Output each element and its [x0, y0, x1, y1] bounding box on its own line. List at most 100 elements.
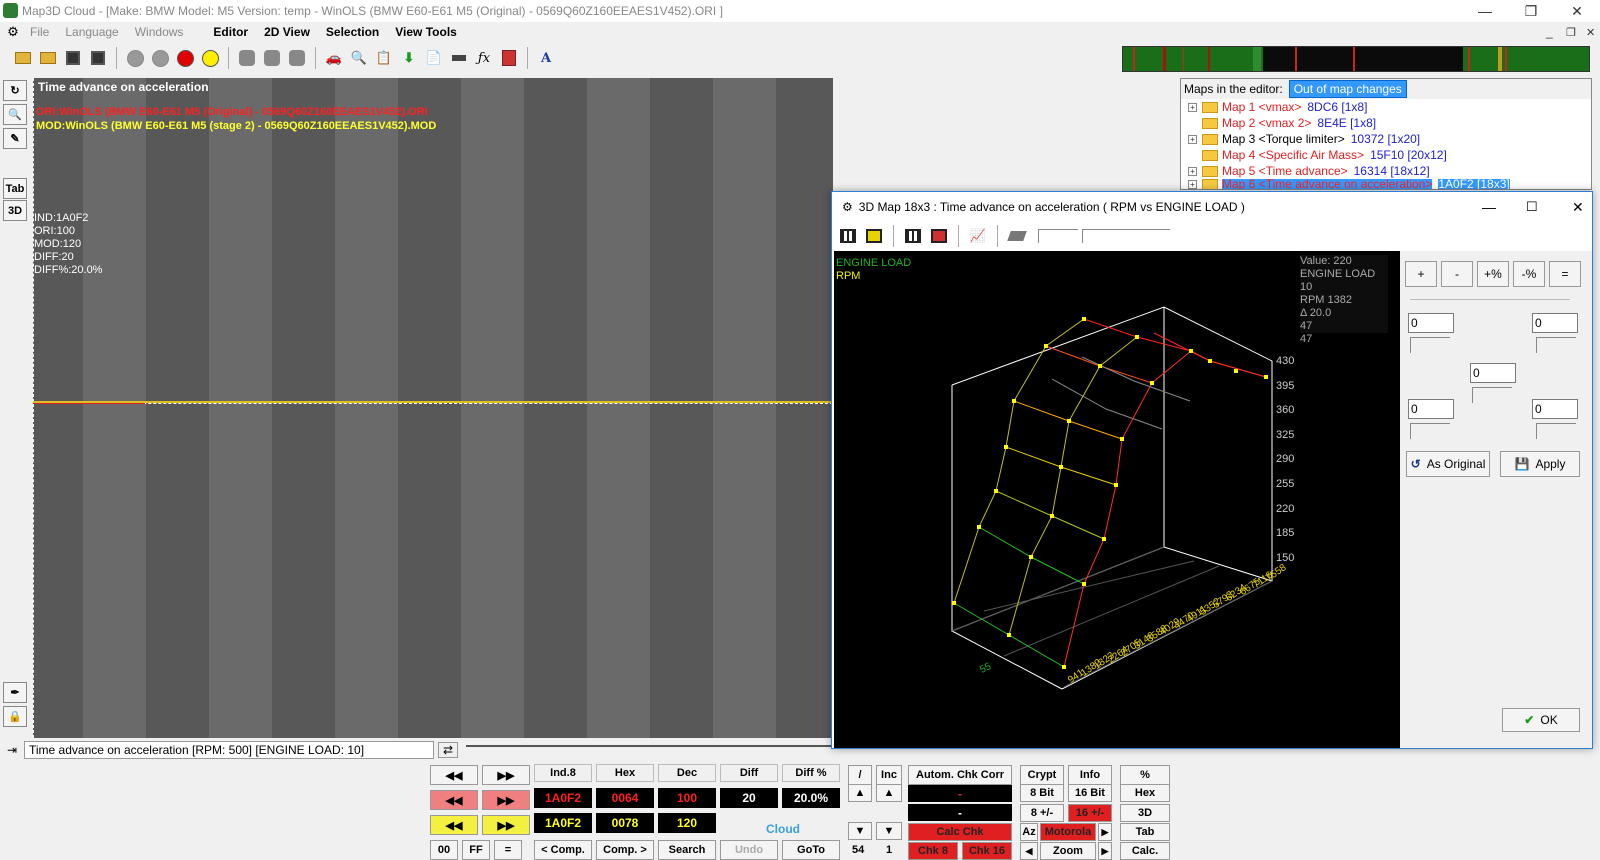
table-red-icon[interactable] [928, 225, 950, 247]
map-list-item[interactable]: + Map 5 <Time advance> 16314 [18x12] [1181, 163, 1591, 179]
step-down-icon[interactable]: ▼ [848, 822, 872, 840]
checksum-16-button[interactable]: Chk 16 [962, 842, 1012, 860]
8-bit-button[interactable]: 8 Bit [1020, 784, 1064, 802]
minus-percent-button[interactable]: -% [1513, 261, 1545, 287]
map-list-item[interactable]: Map 4 <Specific Air Mass> 15F10 [20x12] [1181, 147, 1591, 163]
save-as-icon[interactable] [87, 47, 109, 69]
checksum-8-button[interactable]: Chk 8 [908, 842, 958, 860]
slider-bottom-right[interactable] [1536, 423, 1576, 439]
2d-map-plot[interactable]: Time advance on acceleration ORI:WinOLS … [33, 78, 833, 738]
expand-icon[interactable]: + [1188, 166, 1197, 176]
menu-editor[interactable]: Editor [205, 25, 256, 39]
menu-selection[interactable]: Selection [318, 25, 387, 39]
map-list-item[interactable]: + Map 6 <Time advance on acceleration> 1A0… [1181, 179, 1591, 189]
map-list-item[interactable]: + Map 1 <vmax> 8DC6 [1x8] [1181, 99, 1591, 115]
map-list-item[interactable]: Map 2 <vmax 2> 8E4E [1x8] [1181, 115, 1591, 131]
step-up-icon[interactable]: ▲ [848, 784, 872, 802]
nav-prev-button[interactable]: ◀◀ [430, 765, 478, 785]
value-input-center[interactable]: 0 [1470, 363, 1516, 383]
slider-top-right[interactable] [1536, 337, 1576, 353]
expand-icon[interactable]: + [1188, 134, 1197, 144]
calc-checksum-button[interactable]: Calc Chk [908, 823, 1012, 841]
expand-icon[interactable]: + [1188, 102, 1197, 112]
az-button[interactable]: Az [1020, 823, 1038, 841]
close-button[interactable]: ✕ [1554, 0, 1600, 22]
table-icon[interactable] [902, 225, 924, 247]
mod-next-button[interactable]: ▶▶ [482, 815, 530, 835]
ori-prev-button[interactable]: ◀◀ [430, 790, 478, 810]
calculator-button[interactable]: Calc. [1120, 842, 1170, 860]
gray-dot-icon[interactable] [149, 47, 171, 69]
find-icon[interactable]: 🔍 [348, 47, 370, 69]
fill-ff-button[interactable]: FF [462, 840, 490, 860]
dialog-minimize-button[interactable]: — [1482, 199, 1496, 215]
open-folder-icon[interactable] [12, 47, 34, 69]
value-input-top-left[interactable]: 0 [1408, 313, 1454, 333]
pin-icon[interactable]: ⇥ [0, 743, 24, 757]
undo-button[interactable]: Undo [720, 840, 778, 860]
refresh-icon[interactable]: ↻ [3, 80, 27, 101]
menu-view-tools[interactable]: View Tools [387, 25, 465, 39]
menu-language[interactable]: Language [57, 25, 126, 39]
fill-00-button[interactable]: 00 [430, 840, 458, 860]
hex-mode-button[interactable]: Hex [1120, 784, 1170, 802]
3d-mode-button[interactable]: 3D [1120, 804, 1170, 822]
mdi-close-icon[interactable]: ✕ [1586, 26, 1595, 39]
crypt-button[interactable]: Crypt [1020, 765, 1064, 785]
motorola-next-icon[interactable]: ▶ [1098, 823, 1112, 841]
dialog-maximize-button[interactable]: ☐ [1526, 199, 1538, 215]
value-input-bottom-right[interactable]: 0 [1532, 399, 1578, 419]
equals-button[interactable]: = [494, 840, 522, 860]
value-input-top-right[interactable]: 0 [1532, 313, 1578, 333]
info-button[interactable]: Info [1068, 765, 1112, 785]
maximize-button[interactable]: ❐ [1508, 0, 1554, 22]
chip-icon[interactable] [1006, 225, 1028, 247]
inc-up-icon[interactable]: ▲ [876, 784, 902, 802]
as-original-button[interactable]: ↺ As Original [1406, 451, 1490, 477]
document-icon[interactable]: 📄 [423, 47, 445, 69]
down-arrow-icon[interactable]: ⬇ [398, 47, 420, 69]
equals-button[interactable]: = [1549, 261, 1581, 287]
mdi-restore-icon[interactable]: ❐ [1566, 26, 1576, 39]
copy-icon[interactable]: 📋 [373, 47, 395, 69]
save-icon[interactable] [62, 47, 84, 69]
function-icon[interactable]: ƒx [473, 47, 495, 69]
mdi-minimize-icon[interactable]: _ [1546, 25, 1553, 39]
lock-icon[interactable]: 🔒 [3, 706, 27, 727]
inc-down-icon[interactable]: ▼ [876, 822, 902, 840]
plus-button[interactable]: + [1405, 261, 1437, 287]
auto-checksum-correction-button[interactable]: Autom. Chk Corr [908, 765, 1012, 785]
tab-view-button[interactable]: Tab [3, 178, 27, 199]
menu-2d-view[interactable]: 2D View [256, 25, 318, 39]
minus-button[interactable]: - [1441, 261, 1473, 287]
3d-view-button[interactable]: 3D [3, 200, 27, 221]
slider-center[interactable] [1472, 387, 1512, 403]
ok-button[interactable]: ✔ OK [1502, 708, 1580, 732]
increment-label[interactable]: Inc [876, 765, 902, 785]
dialog-close-button[interactable]: ✕ [1572, 199, 1584, 216]
zoom-next-icon[interactable]: ▶ [1098, 842, 1112, 860]
rounded-tool-icon[interactable] [286, 47, 308, 69]
tab-mode-button[interactable]: Tab [1120, 823, 1170, 841]
original-red-dot-icon[interactable] [174, 47, 196, 69]
zoom-button[interactable]: Zoom [1040, 842, 1096, 860]
slider-top-left[interactable] [1410, 337, 1450, 353]
zoom-icon[interactable]: 🔍 [3, 104, 27, 125]
pencil-icon[interactable]: ✎ [3, 128, 27, 149]
font-icon[interactable]: A [535, 47, 557, 69]
rotation-slider[interactable] [1038, 229, 1078, 243]
signed-8-button[interactable]: 8 +/- [1020, 804, 1064, 822]
rounded-tool-icon[interactable] [236, 47, 258, 69]
ori-next-button[interactable]: ▶▶ [482, 790, 530, 810]
menu-file[interactable]: File [22, 25, 57, 39]
goto-button[interactable]: GoTo [782, 840, 840, 860]
mod-prev-button[interactable]: ◀◀ [430, 815, 478, 835]
app-menu-icon[interactable]: ⚙ [4, 21, 22, 43]
compare-prev-button[interactable]: < Comp. [534, 840, 592, 860]
slider-bottom-left[interactable] [1410, 423, 1450, 439]
compare-next-button[interactable]: Comp. > [596, 840, 654, 860]
divide-button[interactable]: / [848, 765, 872, 785]
ruler-icon[interactable] [448, 47, 470, 69]
search-button[interactable]: Search [658, 840, 716, 860]
car-icon[interactable]: 🚗 [323, 47, 345, 69]
